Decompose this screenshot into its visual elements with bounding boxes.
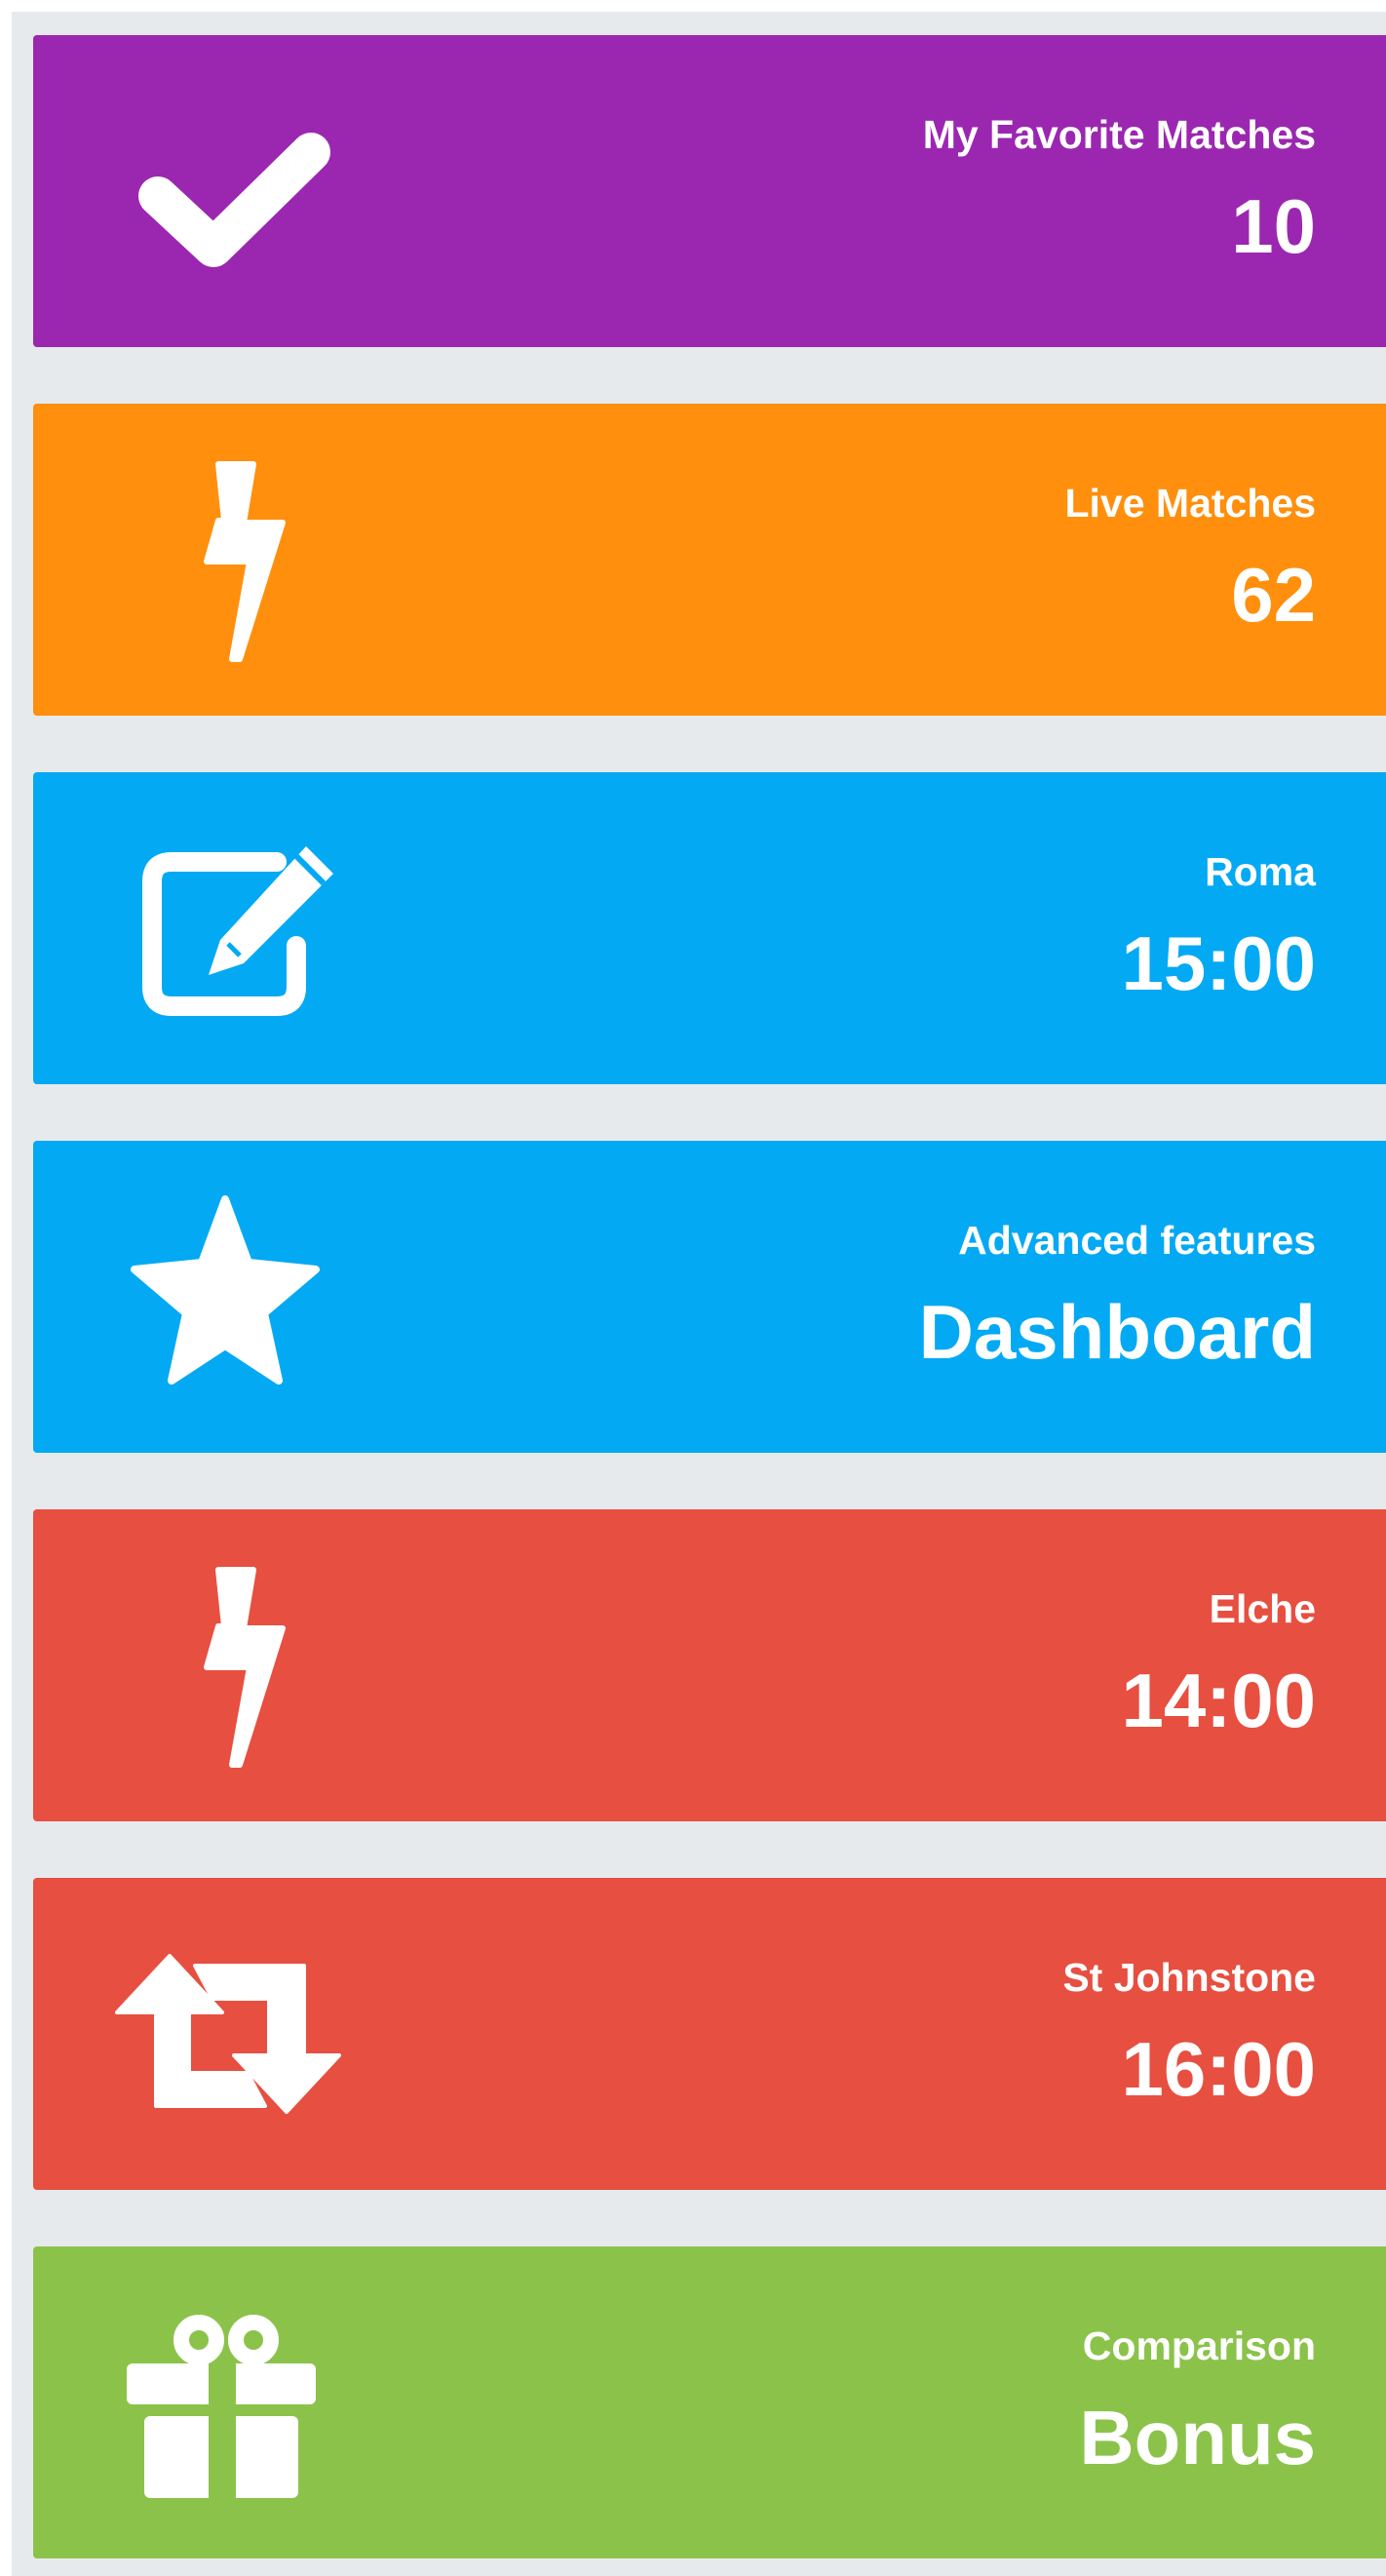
edit-icon (111, 821, 345, 1035)
gift-icon (111, 2295, 345, 2510)
tile-label: Comparison (1082, 2323, 1316, 2368)
tile-value: Bonus (1079, 2395, 1316, 2480)
tile-label: Live Matches (1064, 481, 1317, 526)
tile-roma[interactable]: Roma 15:00 (33, 772, 1386, 1084)
star-icon (111, 1190, 345, 1404)
lightning-icon (111, 452, 345, 667)
lightning-icon (111, 1558, 345, 1773)
tile-my-favorite-matches[interactable]: My Favorite Matches 10 (33, 35, 1386, 347)
tile-value: 10 (1231, 183, 1316, 269)
tile-label: Advanced features (958, 1218, 1316, 1263)
tile-elche[interactable]: Elche 14:00 (33, 1509, 1386, 1821)
tile-comparison[interactable]: Comparison Bonus (33, 2246, 1386, 2558)
tile-value: 15:00 (1121, 920, 1317, 1006)
tile-advanced-features[interactable]: Advanced features Dashboard (33, 1141, 1386, 1453)
page-top-margin (0, 0, 1386, 12)
tile-label: My Favorite Matches (922, 112, 1316, 157)
tile-value: 14:00 (1121, 1658, 1317, 1743)
checkmark-icon (111, 84, 345, 298)
tile-value: 16:00 (1121, 2026, 1317, 2112)
retweet-icon (111, 1927, 345, 2141)
tile-live-matches[interactable]: Live Matches 62 (33, 404, 1386, 716)
tile-label: Roma (1205, 849, 1316, 894)
tile-label: St Johnstone (1062, 1955, 1316, 2000)
tile-st-johnstone[interactable]: St Johnstone 16:00 (33, 1878, 1386, 2190)
tile-value: 62 (1231, 552, 1316, 638)
tile-label: Elche (1209, 1586, 1316, 1631)
page-left-margin (0, 0, 12, 2576)
tile-value: Dashboard (918, 1289, 1316, 1375)
